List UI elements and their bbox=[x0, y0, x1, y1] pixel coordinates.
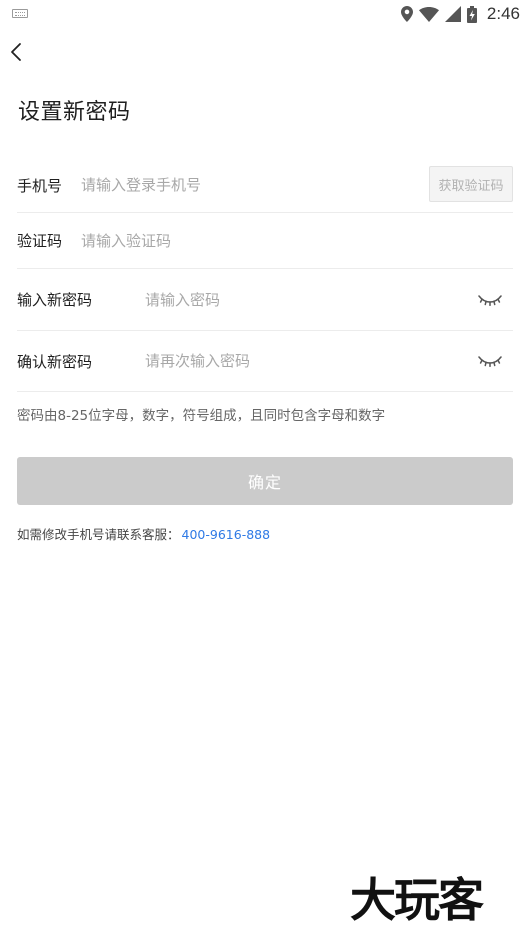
keyboard-icon bbox=[12, 9, 28, 18]
watermark-logo: 大玩客 bbox=[350, 873, 484, 927]
confirm-password-input[interactable] bbox=[145, 346, 513, 376]
confirm-button[interactable]: 确定 bbox=[17, 457, 513, 505]
phone-label: 手机号 bbox=[17, 176, 63, 195]
password-rule-hint: 密码由8-25位字母，数字，符号组成，且同时包含字母和数字 bbox=[17, 408, 386, 424]
status-icons: 2:46 bbox=[400, 3, 520, 25]
code-input[interactable] bbox=[81, 225, 513, 256]
confirm-password-visibility-toggle[interactable] bbox=[477, 354, 503, 368]
new-password-label: 输入新密码 bbox=[17, 291, 93, 309]
chevron-left-icon bbox=[11, 43, 21, 61]
code-label: 验证码 bbox=[17, 232, 63, 250]
wifi-icon bbox=[418, 6, 439, 22]
battery-charging-icon bbox=[466, 5, 477, 23]
new-password-input[interactable] bbox=[145, 284, 513, 315]
confirm-password-label: 确认新密码 bbox=[17, 352, 93, 371]
contact-support: 如需修改手机号请联系客服： 400-9616-888 bbox=[17, 524, 270, 543]
page-title: 设置新密码 bbox=[18, 100, 131, 125]
phone-row: 手机号 获取验证码 bbox=[17, 158, 513, 213]
code-row: 验证码 bbox=[17, 213, 513, 269]
eye-closed-icon bbox=[478, 294, 502, 306]
new-password-visibility-toggle[interactable] bbox=[477, 293, 503, 307]
back-button[interactable] bbox=[4, 38, 28, 66]
get-code-button[interactable]: 获取验证码 bbox=[429, 166, 513, 202]
status-clock: 2:46 bbox=[486, 4, 520, 23]
cell-signal-icon bbox=[444, 6, 461, 22]
location-pin-icon bbox=[400, 6, 413, 22]
support-phone-link[interactable]: 400-9616-888 bbox=[182, 527, 271, 542]
reset-password-form: 手机号 获取验证码 验证码 输入新密码 确认新密码 bbox=[17, 158, 513, 392]
new-password-row: 输入新密码 bbox=[17, 269, 513, 331]
confirm-password-row: 确认新密码 bbox=[17, 331, 513, 392]
status-bar: 2:46 bbox=[0, 0, 530, 28]
contact-text: 如需修改手机号请联系客服： bbox=[17, 527, 180, 542]
eye-closed-icon bbox=[478, 356, 502, 367]
